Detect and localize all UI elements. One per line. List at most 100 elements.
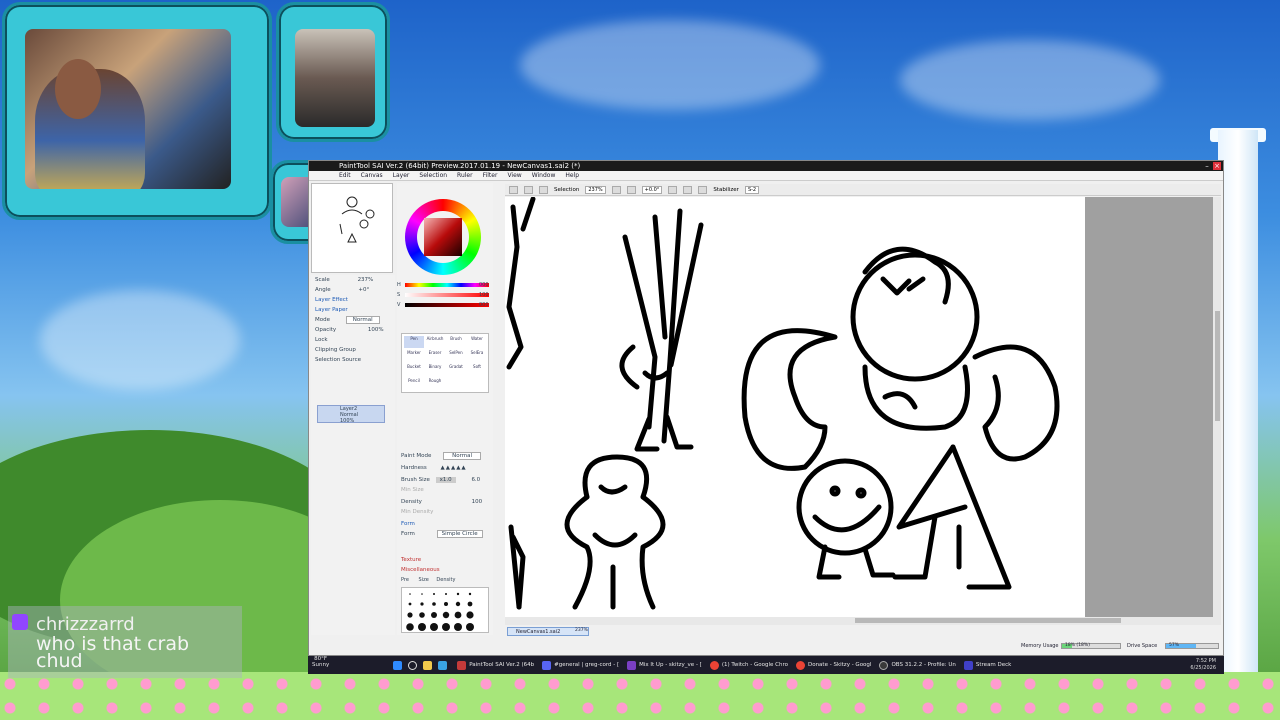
file-explorer-icon[interactable] <box>423 660 433 670</box>
scale-row[interactable]: Scale 237% <box>311 275 395 285</box>
angle-row[interactable]: Angle +0° <box>311 285 395 295</box>
close-icon[interactable]: × <box>1213 162 1221 170</box>
rotate-left-button[interactable] <box>668 185 678 194</box>
selection-label[interactable]: Selection <box>554 184 579 196</box>
tool-selpen[interactable]: SelPen <box>446 350 466 362</box>
navigator-panel[interactable] <box>311 183 393 273</box>
deselect-button[interactable] <box>539 185 548 194</box>
stabilizer-field[interactable]: S-2 <box>744 185 760 194</box>
form-row[interactable]: Form Simple Circle <box>401 529 483 539</box>
vertical-scroll-thumb[interactable] <box>1215 311 1220 421</box>
windows-start-icon[interactable] <box>393 660 403 670</box>
s-label: S <box>397 292 401 298</box>
menu-bar: Edit Canvas Layer Selection Ruler Filter… <box>309 171 1223 181</box>
texture-section[interactable]: Texture <box>401 555 421 565</box>
zoom-field[interactable]: 237% <box>585 185 606 194</box>
zoom-in-button[interactable] <box>626 185 636 194</box>
tool-water[interactable]: Water <box>467 336 487 348</box>
layer-paper-section[interactable]: Layer Paper <box>311 305 395 315</box>
tool-pencil[interactable]: Pencil <box>404 378 424 390</box>
s-value: 100 <box>479 292 489 298</box>
tool-marker[interactable]: Marker <box>404 350 424 362</box>
taskbar-app-sai[interactable]: PaintTool SAI Ver.2 (64b <box>453 656 538 674</box>
taskbar: 80°F Sunny PaintTool SAI Ver.2 (64b #gene… <box>308 656 1224 674</box>
horizontal-scroll-thumb[interactable] <box>855 618 1121 623</box>
density-row[interactable]: Density 100 <box>401 497 482 507</box>
tool-eraser[interactable]: Eraser <box>425 350 445 362</box>
drawing-canvas[interactable] <box>505 197 1085 617</box>
s-slider[interactable] <box>405 293 489 297</box>
minimize-icon[interactable]: – <box>1203 162 1211 170</box>
flip-button[interactable] <box>698 185 708 194</box>
tool-soft[interactable]: Soft <box>467 364 487 376</box>
misc-section[interactable]: Miscellaneous <box>401 565 440 575</box>
webcam-frame-main <box>2 2 272 220</box>
min-density-row[interactable]: Min Density <box>401 507 433 517</box>
lock-row[interactable]: Lock <box>311 335 395 345</box>
menu-layer[interactable]: Layer <box>393 171 410 180</box>
menu-view[interactable]: View <box>507 171 521 180</box>
zoom-out-button[interactable] <box>611 185 621 194</box>
v-value: 000 <box>479 302 489 308</box>
tool-bucket[interactable]: Bucket <box>404 364 424 376</box>
tool-binary[interactable]: Binary <box>425 364 445 376</box>
drive-label: Drive Space <box>1127 643 1158 649</box>
twitch-icon <box>12 614 28 630</box>
taskbar-clock[interactable]: 7:52 PM 6/25/2026 <box>1190 658 1216 672</box>
menu-help[interactable]: Help <box>565 171 579 180</box>
taskbar-app-mixitup[interactable]: Mix It Up - skitzy_ve - [ <box>623 656 706 674</box>
status-bar: Memory Usage 18% (18%) Drive Space 57% <box>309 641 1223 651</box>
color-square[interactable] <box>424 218 462 256</box>
tool-brush[interactable]: Brush <box>446 336 466 348</box>
rotate-right-button[interactable] <box>683 185 693 194</box>
stabilizer-label: Stabilizer <box>713 186 739 193</box>
tool-gradat[interactable]: Gradat <box>446 364 466 376</box>
webcam-secondary <box>295 29 375 127</box>
taskbar-app-twitch-chrome[interactable]: (1) Twitch - Google Chro <box>706 656 792 674</box>
brush-size-row[interactable]: Brush Size x1.0 6.0 <box>401 475 480 485</box>
brush-size-presets[interactable] <box>401 587 489 633</box>
clipping-group-checkbox[interactable]: Clipping Group <box>311 345 395 355</box>
v-slider[interactable] <box>405 303 489 307</box>
menu-ruler[interactable]: Ruler <box>457 171 473 180</box>
webcam-main <box>25 29 231 189</box>
tool-pen[interactable]: Pen <box>404 336 424 348</box>
undo-button[interactable] <box>509 185 518 194</box>
menu-canvas[interactable]: Canvas <box>361 171 383 180</box>
layer-item-layer2[interactable]: Layer2 Normal 100% <box>317 405 385 424</box>
taskbar-app-streamdeck[interactable]: Stream Deck <box>960 656 1015 674</box>
form-section[interactable]: Form <box>401 519 415 529</box>
angle-field[interactable]: +0.0° <box>641 185 663 194</box>
brush-preset-header: Pre Size Density <box>401 577 456 583</box>
taskbar-app-obs[interactable]: OBS 31.2.2 - Profile: Un <box>875 656 959 674</box>
min-size-row[interactable]: Min Size <box>401 485 424 495</box>
photos-icon[interactable] <box>438 660 448 670</box>
layer-effect-section[interactable]: Layer Effect <box>311 295 395 305</box>
taskbar-app-discord[interactable]: #general | greg-cord - [ <box>538 656 623 674</box>
paint-mode-row[interactable]: Paint Mode Normal <box>401 451 482 461</box>
chat-message: who is that crab chud <box>36 633 190 672</box>
tool-selera[interactable]: SelEra <box>467 350 487 362</box>
painttool-sai-window: PaintTool SAI Ver.2 (64bit) Preview.2017… <box>308 160 1224 656</box>
webcam-frame-secondary <box>276 2 390 142</box>
opacity-row[interactable]: Opacity 100% <box>311 325 395 335</box>
h-slider[interactable] <box>405 283 489 287</box>
search-icon[interactable] <box>408 660 418 670</box>
weather-widget[interactable]: 80°F Sunny <box>308 656 333 674</box>
menu-window[interactable]: Window <box>532 171 556 180</box>
chat-username: chrizzzarrd <box>36 614 135 635</box>
menu-filter[interactable]: Filter <box>483 171 498 180</box>
taskbar-app-donate-chrome[interactable]: Donate - Skitzy - Googl <box>792 656 875 674</box>
h-label: H <box>397 282 401 288</box>
mode-row[interactable]: Mode Normal <box>311 315 395 325</box>
redo-button[interactable] <box>524 185 533 194</box>
navigator-thumbnail <box>339 196 375 243</box>
tool-airbrush[interactable]: Airbrush <box>425 336 445 348</box>
tool-rough[interactable]: Rough <box>425 378 445 390</box>
color-wheel[interactable] <box>405 199 481 275</box>
menu-selection[interactable]: Selection <box>419 171 447 180</box>
selection-source-checkbox[interactable]: Selection Source <box>311 355 395 365</box>
memory-value: 18% (18%) <box>1065 643 1090 648</box>
hardness-row[interactable]: Hardness ▲▲▲▲▲ <box>401 463 467 473</box>
menu-edit[interactable]: Edit <box>339 171 351 180</box>
